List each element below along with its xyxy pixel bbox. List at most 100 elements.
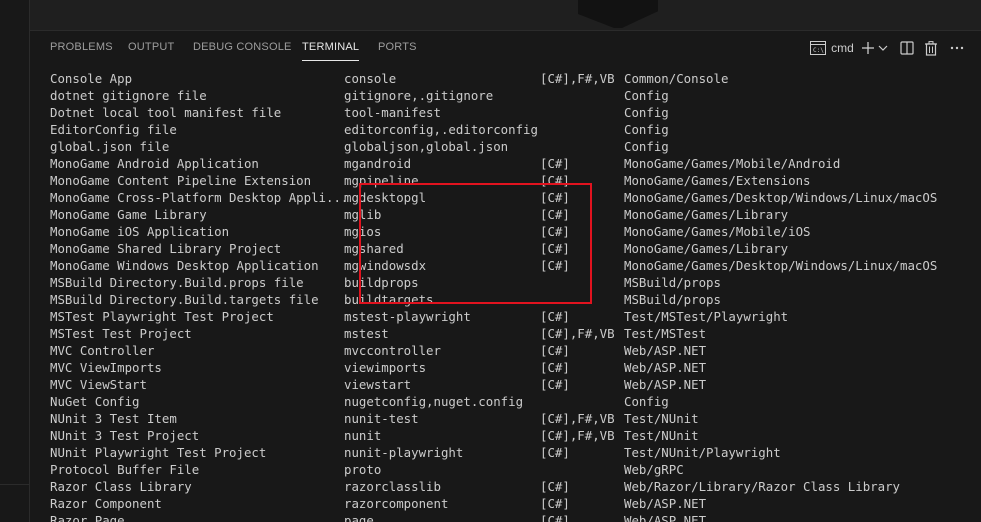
tags-cell: Web/ASP.NET: [624, 360, 707, 375]
panel-tabbar: PROBLEMS OUTPUT DEBUG CONSOLE TERMINAL P…: [30, 31, 981, 65]
tab-terminal[interactable]: TERMINAL: [302, 41, 360, 61]
language-cell: [C#]: [540, 479, 570, 494]
short-name-cell: razorcomponent: [344, 496, 449, 511]
short-name-cell: viewimports: [344, 360, 427, 375]
language-cell: [C#]: [540, 445, 570, 460]
tags-cell: Common/Console: [624, 71, 729, 86]
activity-strip: [0, 0, 30, 522]
short-name-cell: mgandroid: [344, 156, 412, 171]
template-name-cell: NuGet Config: [50, 394, 140, 409]
highlight-box: [359, 183, 592, 304]
template-name-cell: MonoGame Cross-Platform Desktop Appli...: [50, 190, 349, 205]
template-name-cell: Dotnet local tool manifest file: [50, 105, 282, 120]
short-name-cell: nunit-playwright: [344, 445, 464, 460]
tab-debug-console[interactable]: DEBUG CONSOLE: [193, 41, 292, 53]
terminal-output[interactable]: Razor Page page [C#] Web/ASP.NET Razor Compo…: [50, 70, 981, 522]
template-name-cell: NUnit 3 Test Project: [50, 428, 200, 443]
tags-cell: MonoGame/Games/Desktop/Windows/Linux/mac…: [624, 190, 938, 205]
tags-cell: Test/NUnit: [624, 428, 699, 443]
tags-cell: MonoGame/Games/Mobile/Android: [624, 156, 841, 171]
short-name-cell: mstest-playwright: [344, 309, 471, 324]
tab-ports[interactable]: PORTS: [378, 41, 417, 53]
template-name-cell: Razor Class Library: [50, 479, 192, 494]
tags-cell: MonoGame/Games/Desktop/Windows/Linux/mac…: [624, 258, 938, 273]
language-cell: [C#]: [540, 513, 570, 522]
template-name-cell: MSTest Playwright Test Project: [50, 309, 274, 324]
short-name-cell: proto: [344, 462, 382, 477]
short-name-cell: mvccontroller: [344, 343, 441, 358]
split-terminal-icon: [900, 41, 914, 55]
template-name-cell: MVC ViewImports: [50, 360, 162, 375]
tags-cell: Test/MSTest: [624, 326, 707, 341]
template-name-cell: MonoGame Game Library: [50, 207, 207, 222]
language-cell: [C#]: [540, 496, 570, 511]
language-cell: [C#],F#,VB: [540, 326, 615, 341]
tags-cell: MonoGame/Games/Library: [624, 241, 789, 256]
terminal-profile-button[interactable]: C:\ cmd: [808, 37, 856, 59]
short-name-cell: page: [344, 513, 374, 522]
short-name-cell: editorconfig,.editorconfig: [344, 122, 538, 137]
terminal-launch-dropdown[interactable]: [877, 37, 889, 59]
tags-cell: Config: [624, 88, 669, 103]
template-name-cell: MonoGame Android Application: [50, 156, 259, 171]
tags-cell: MSBuild/props: [624, 292, 721, 307]
tags-cell: Web/ASP.NET: [624, 496, 707, 511]
tab-output[interactable]: OUTPUT: [128, 41, 174, 53]
short-name-cell: gitignore,.gitignore: [344, 88, 494, 103]
tags-cell: Web/ASP.NET: [624, 513, 707, 522]
template-name-cell: MonoGame Windows Desktop Application: [50, 258, 319, 273]
tags-cell: MonoGame/Games/Library: [624, 207, 789, 222]
tags-cell: Web/ASP.NET: [624, 343, 707, 358]
template-name-cell: MonoGame iOS Application: [50, 224, 230, 239]
terminal-name: cmd: [831, 41, 854, 55]
template-name-cell: MSBuild Directory.Build.targets file: [50, 292, 319, 307]
bottom-panel: PROBLEMS OUTPUT DEBUG CONSOLE TERMINAL P…: [30, 30, 981, 522]
template-name-cell: NUnit Playwright Test Project: [50, 445, 267, 460]
tags-cell: MSBuild/props: [624, 275, 721, 290]
new-terminal-button[interactable]: [860, 37, 876, 59]
short-name-cell: mstest: [344, 326, 389, 341]
tags-cell: MonoGame/Games/Extensions: [624, 173, 811, 188]
template-name-cell: Console App: [50, 71, 133, 86]
template-name-cell: MSTest Test Project: [50, 326, 192, 341]
template-name-cell: dotnet gitignore file: [50, 88, 207, 103]
tags-cell: Config: [624, 139, 669, 154]
tags-cell: Config: [624, 122, 669, 137]
language-cell: [C#]: [540, 156, 570, 171]
tags-cell: MonoGame/Games/Mobile/iOS: [624, 224, 811, 239]
template-name-cell: global.json file: [50, 139, 170, 154]
template-name-cell: Protocol Buffer File: [50, 462, 200, 477]
trash-icon: [925, 40, 937, 56]
more-icon: [950, 46, 964, 50]
terminal-icon: C:\: [810, 41, 827, 55]
short-name-cell: tool-manifest: [344, 105, 441, 120]
language-cell: [C#]: [540, 377, 570, 392]
more-actions-button[interactable]: [948, 37, 966, 59]
template-name-cell: MonoGame Content Pipeline Extension: [50, 173, 312, 188]
short-name-cell: viewstart: [344, 377, 412, 392]
tags-cell: Config: [624, 105, 669, 120]
chevron-down-icon: [878, 45, 888, 51]
language-cell: [C#],F#,VB: [540, 71, 615, 86]
short-name-cell: nunit-test: [344, 411, 419, 426]
tab-problems[interactable]: PROBLEMS: [50, 41, 113, 53]
tags-cell: Test/NUnit/Playwright: [624, 445, 781, 460]
template-name-cell: MVC Controller: [50, 343, 155, 358]
editor-area: [30, 0, 981, 30]
tags-cell: Web/ASP.NET: [624, 377, 707, 392]
tags-cell: Config: [624, 394, 669, 409]
tags-cell: Test/MSTest/Playwright: [624, 309, 789, 324]
plus-icon: [862, 42, 874, 54]
template-name-cell: MonoGame Shared Library Project: [50, 241, 282, 256]
split-terminal-button[interactable]: [898, 37, 916, 59]
template-name-cell: EditorConfig file: [50, 122, 177, 137]
tags-cell: Web/gRPC: [624, 462, 684, 477]
short-name-cell: razorclasslib: [344, 479, 441, 494]
kill-terminal-button[interactable]: [922, 37, 940, 59]
svg-text:C:\: C:\: [813, 47, 824, 54]
template-name-cell: MVC ViewStart: [50, 377, 147, 392]
language-cell: [C#]: [540, 360, 570, 375]
template-name-cell: NUnit 3 Test Item: [50, 411, 177, 426]
template-name-cell: Razor Component: [50, 496, 162, 511]
language-cell: [C#],F#,VB: [540, 428, 615, 443]
